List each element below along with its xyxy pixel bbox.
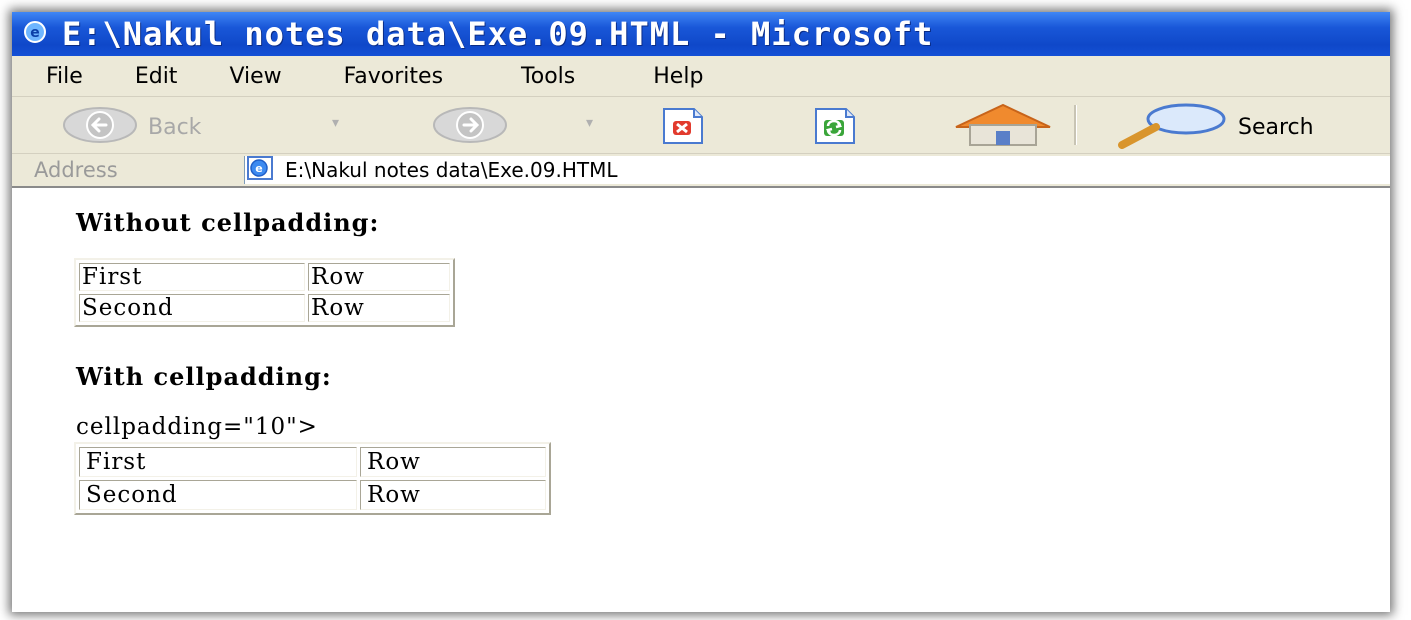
home-icon — [948, 101, 1058, 153]
address-field[interactable]: e E:\Nakul notes data\Exe.09.HTML — [244, 156, 1390, 184]
page-icon: e — [245, 155, 275, 185]
table-cell: Row — [360, 447, 546, 477]
refresh-icon — [812, 103, 858, 151]
table-cell: First — [79, 447, 357, 477]
back-dropdown-icon[interactable]: ▾ — [332, 115, 339, 131]
stray-attribute-text: cellpadding="10"> — [76, 414, 318, 440]
search-icon — [1112, 101, 1228, 153]
menu-bar: File Edit View Favorites Tools Help — [12, 56, 1390, 97]
page-content: Without cellpadding: First Row Second Ro… — [12, 188, 1390, 612]
refresh-button[interactable] — [812, 103, 858, 151]
table-cell: Row — [360, 480, 546, 510]
table-with-cellpadding: First Row Second Row — [74, 442, 551, 515]
table-without-cellpadding: First Row Second Row — [74, 258, 455, 327]
table-cell: First — [79, 263, 305, 291]
search-button[interactable]: Search — [1112, 101, 1314, 153]
forward-dropdown-icon[interactable]: ▾ — [586, 115, 593, 131]
menu-view[interactable]: View — [229, 64, 281, 89]
forward-arrow-icon — [432, 105, 508, 149]
table-cell: Row — [308, 263, 450, 291]
title-bar: e E:\Nakul notes data\Exe.09.HTML - Micr… — [12, 12, 1390, 56]
stop-button[interactable] — [660, 103, 706, 151]
back-button[interactable]: Back — [62, 105, 201, 149]
heading-with-cellpadding: With cellpadding: — [76, 362, 332, 391]
menu-file[interactable]: File — [46, 64, 83, 89]
menu-help[interactable]: Help — [653, 64, 703, 89]
browser-window: e E:\Nakul notes data\Exe.09.HTML - Micr… — [12, 12, 1390, 612]
table-cell: Second — [79, 294, 305, 322]
ie-icon: e — [22, 19, 48, 49]
toolbar: Back ▾ ▾ Search — [12, 97, 1390, 154]
home-button[interactable] — [948, 101, 1058, 153]
table-cell: Row — [308, 294, 450, 322]
back-arrow-icon — [62, 105, 138, 149]
forward-button[interactable] — [432, 105, 508, 149]
svg-text:e: e — [255, 162, 262, 175]
address-value: E:\Nakul notes data\Exe.09.HTML — [285, 158, 618, 182]
menu-tools[interactable]: Tools — [521, 64, 575, 89]
window-title: E:\Nakul notes data\Exe.09.HTML - Micros… — [62, 15, 934, 53]
back-label: Back — [148, 114, 202, 140]
heading-without-cellpadding: Without cellpadding: — [76, 208, 380, 237]
menu-edit[interactable]: Edit — [135, 64, 178, 89]
address-bar: Address e E:\Nakul notes data\Exe.09.HTM… — [12, 154, 1390, 188]
toolbar-separator — [1074, 105, 1077, 145]
table-row: Second Row — [79, 294, 450, 322]
stop-icon — [660, 103, 706, 151]
address-label: Address — [34, 158, 118, 182]
svg-text:e: e — [30, 25, 40, 41]
table-row: First Row — [79, 447, 546, 477]
table-row: First Row — [79, 263, 450, 291]
table-cell: Second — [79, 480, 357, 510]
search-label: Search — [1238, 114, 1314, 140]
menu-favorites[interactable]: Favorites — [344, 64, 443, 89]
table-row: Second Row — [79, 480, 546, 510]
